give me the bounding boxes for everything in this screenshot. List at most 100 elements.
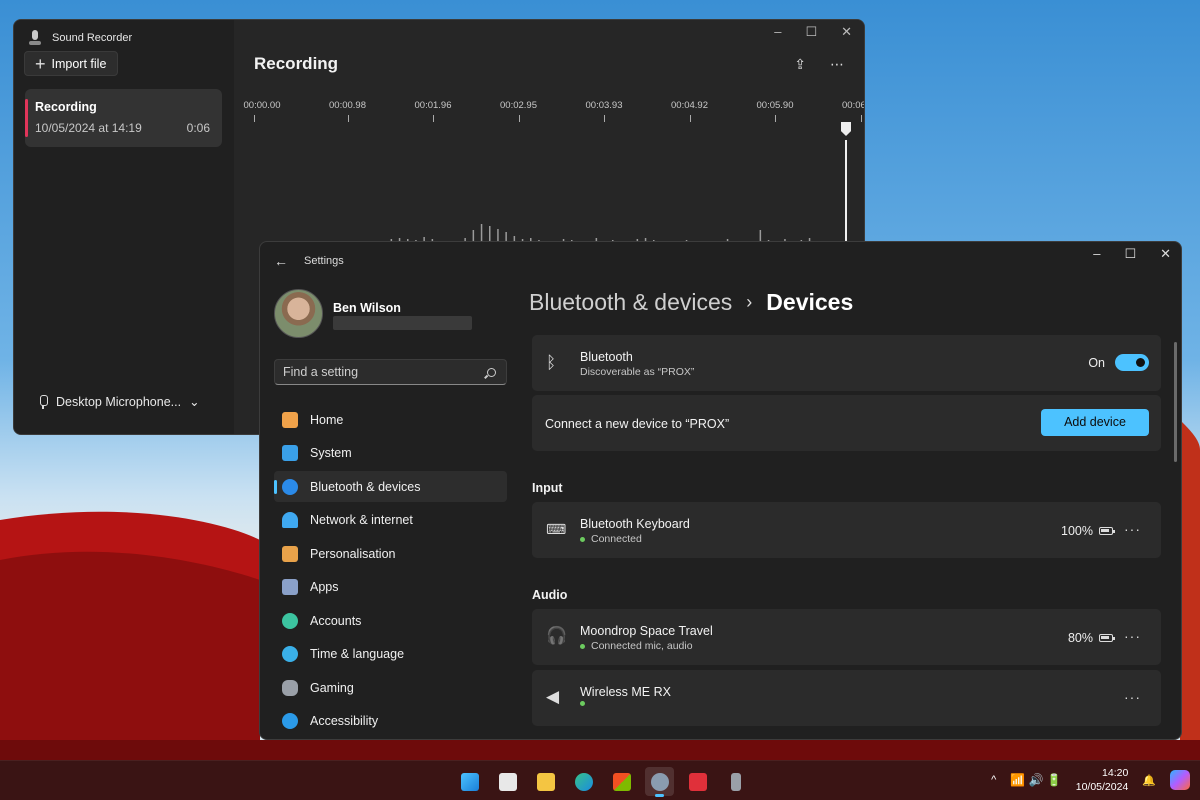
taskbar-apps bbox=[455, 767, 750, 797]
recording-date: 10/05/2024 at 14:19 bbox=[35, 121, 142, 135]
timeline-ruler[interactable]: 00:00.00 00:00.98 00:01.96 00:02.95 00:03.93… bbox=[244, 100, 864, 140]
chevron-right-icon: › bbox=[746, 292, 753, 312]
person-icon bbox=[282, 612, 298, 629]
import-file-label: Import file bbox=[51, 56, 107, 71]
more-options-icon[interactable]: ··· bbox=[1124, 628, 1141, 644]
nav-label: Home bbox=[310, 412, 344, 427]
copilot-icon[interactable] bbox=[1170, 770, 1190, 790]
plus-icon: + bbox=[35, 53, 46, 74]
bluetooth-icon bbox=[282, 478, 298, 495]
maximize-button[interactable]: ☐ bbox=[805, 24, 817, 40]
device-status: Connected bbox=[580, 533, 642, 545]
nav-item-time-language[interactable]: Time & language bbox=[274, 639, 507, 670]
close-button[interactable]: ✕ bbox=[1160, 246, 1171, 262]
timeline-label: 00:06.89 bbox=[842, 100, 864, 111]
microphone-icon bbox=[38, 394, 48, 409]
vivaldi-button[interactable] bbox=[683, 767, 712, 796]
breadcrumb-parent[interactable]: Bluetooth & devices bbox=[529, 289, 732, 316]
edge-icon bbox=[574, 772, 593, 791]
settings-window: ← Settings – ☐ ✕ Ben Wilson Find a setti… bbox=[259, 241, 1182, 740]
nav-item-personalisation[interactable]: Personalisation bbox=[274, 538, 507, 569]
nav-item-accounts[interactable]: Accounts bbox=[274, 605, 507, 636]
timeline-label: 00:02.95 bbox=[500, 100, 537, 111]
scrollbar[interactable] bbox=[1174, 342, 1177, 462]
device-row[interactable]: ⌨ Bluetooth Keyboard Connected 100% ··· bbox=[532, 502, 1161, 558]
sound-recorder-taskbar-button[interactable] bbox=[721, 767, 750, 796]
device-name: Moondrop Space Travel bbox=[580, 624, 713, 638]
import-file-button[interactable]: + Import file bbox=[24, 51, 118, 76]
nav-item-accessibility[interactable]: Accessibility bbox=[274, 706, 507, 737]
globe-clock-icon bbox=[282, 646, 298, 662]
taskbar: ^ 📶 🔊 🔋 14:20 10/05/2024 🔔 bbox=[0, 760, 1200, 800]
recording-list-item[interactable]: Recording 10/05/2024 at 14:19 0:06 bbox=[25, 89, 222, 147]
add-device-button[interactable]: Add device bbox=[1041, 409, 1149, 436]
bluetooth-toggle[interactable] bbox=[1115, 354, 1149, 371]
system-tray: ^ 📶 🔊 🔋 14:20 10/05/2024 🔔 bbox=[991, 766, 1190, 794]
nav-label: Time & language bbox=[310, 647, 405, 661]
nav-label: Apps bbox=[310, 580, 339, 594]
keyboard-icon: ⌨ bbox=[546, 521, 567, 537]
minimize-button[interactable]: – bbox=[774, 24, 781, 40]
nav-label: System bbox=[310, 446, 352, 460]
tray-status-icons[interactable]: 📶 🔊 🔋 bbox=[1010, 773, 1062, 787]
nav-item-home[interactable]: Home bbox=[274, 404, 507, 435]
more-options-icon[interactable]: ··· bbox=[1124, 521, 1141, 537]
task-view-button[interactable] bbox=[493, 767, 522, 796]
timeline-label: 00:03.93 bbox=[585, 100, 623, 111]
nav-item-system[interactable]: System bbox=[274, 438, 507, 469]
folder-icon bbox=[536, 772, 555, 791]
share-icon[interactable]: ⇪ bbox=[794, 56, 806, 73]
gamepad-icon bbox=[282, 679, 298, 696]
minimize-button[interactable]: – bbox=[1093, 246, 1100, 262]
settings-window-controls: – ☐ ✕ bbox=[1093, 246, 1171, 262]
battery-percent: 80% bbox=[1067, 631, 1093, 645]
timeline-tick bbox=[689, 115, 691, 122]
clock[interactable]: 14:20 10/05/2024 bbox=[1076, 766, 1129, 794]
edge-button[interactable] bbox=[569, 767, 598, 796]
maximize-button[interactable]: ☐ bbox=[1124, 246, 1136, 262]
nav-item-bluetooth-devices[interactable]: Bluetooth & devices bbox=[274, 471, 507, 502]
nav-item-apps[interactable]: Apps bbox=[274, 572, 507, 603]
playhead-handle[interactable] bbox=[841, 122, 851, 136]
back-arrow-icon[interactable]: ← bbox=[274, 253, 288, 269]
brush-icon bbox=[282, 545, 298, 562]
microphone-selector[interactable]: Desktop Microphone... ⌄ bbox=[38, 394, 200, 409]
timeline-label: 00:04.92 bbox=[671, 100, 708, 111]
settings-taskbar-button[interactable] bbox=[645, 767, 674, 797]
notification-bell-icon[interactable]: 🔔 bbox=[1142, 774, 1156, 787]
more-options-icon[interactable]: ··· bbox=[1124, 689, 1141, 705]
nav-item-gaming[interactable]: Gaming bbox=[274, 672, 507, 703]
file-explorer-button[interactable] bbox=[531, 767, 560, 796]
windows-icon bbox=[460, 772, 479, 791]
nav-item-network[interactable]: Network & internet bbox=[274, 505, 507, 536]
start-button[interactable] bbox=[455, 767, 484, 796]
more-options-icon[interactable]: ⋯ bbox=[830, 56, 844, 73]
avatar[interactable] bbox=[274, 289, 323, 338]
nav-label: Network & internet bbox=[310, 513, 413, 527]
vivaldi-icon bbox=[688, 772, 707, 791]
recorder-sidebar: Sound Recorder + Import file Recording 1… bbox=[14, 20, 234, 434]
device-status: Connected mic, audio bbox=[580, 640, 693, 652]
store-icon bbox=[612, 772, 631, 791]
task-view-icon bbox=[498, 772, 517, 791]
user-email-redacted bbox=[333, 316, 472, 330]
device-row[interactable]: ◀ Wireless ME RX ··· bbox=[532, 670, 1161, 726]
timeline-label: 00:01.96 bbox=[414, 100, 452, 111]
device-status-text: Connected bbox=[591, 533, 642, 545]
device-row[interactable]: 🎧 Moondrop Space Travel Connected mic, a… bbox=[532, 609, 1161, 665]
recording-name: Recording bbox=[35, 100, 97, 114]
nav-label: Accessibility bbox=[310, 714, 379, 728]
search-input[interactable]: Find a setting bbox=[274, 359, 507, 385]
connected-dot bbox=[580, 701, 585, 706]
device-name: Bluetooth Keyboard bbox=[580, 517, 690, 531]
speaker-icon: ◀ bbox=[546, 687, 560, 706]
tray-overflow-chevron[interactable]: ^ bbox=[991, 774, 996, 786]
timeline-tick bbox=[860, 115, 862, 122]
store-button[interactable] bbox=[607, 767, 636, 796]
nav-label: Personalisation bbox=[310, 546, 396, 561]
connected-dot bbox=[580, 643, 585, 649]
bluetooth-icon: ᛒ bbox=[546, 353, 557, 372]
close-button[interactable]: ✕ bbox=[841, 24, 852, 40]
wifi-icon bbox=[282, 512, 298, 528]
battery-percent: 100% bbox=[1061, 524, 1093, 538]
